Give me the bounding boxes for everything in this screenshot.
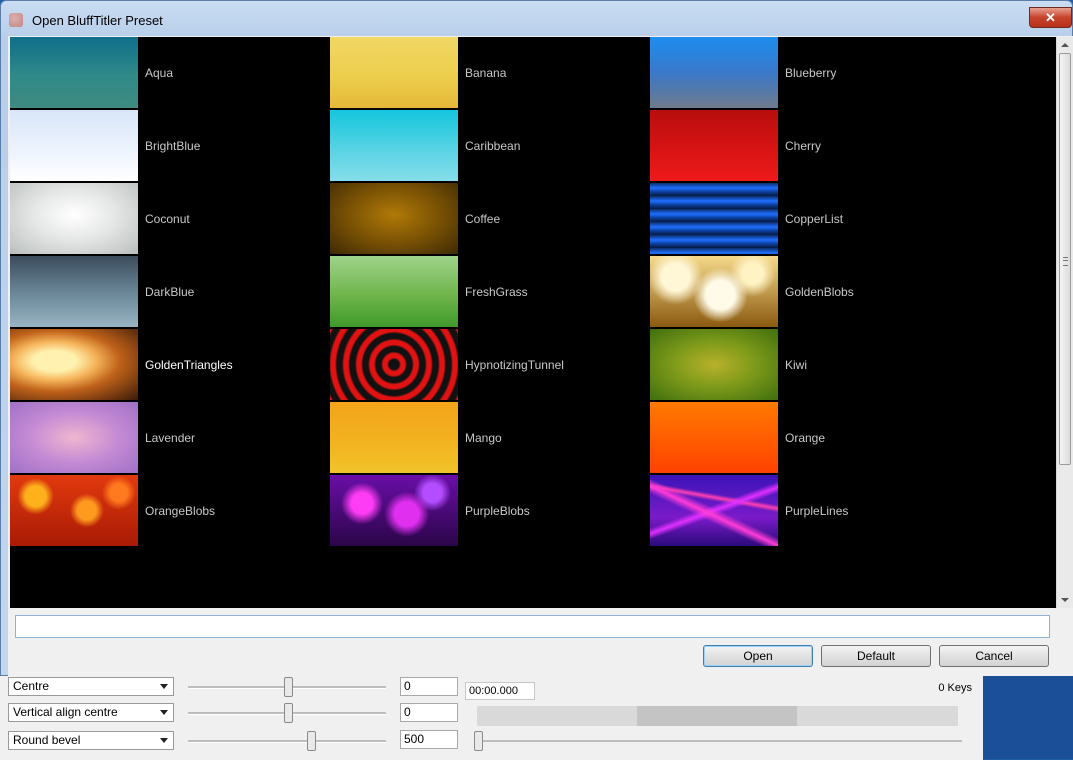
- chevron-down-icon: [160, 738, 168, 743]
- preset-item[interactable]: Orange: [650, 402, 970, 475]
- chevron-down-icon: [160, 684, 168, 689]
- preset-thumbnail[interactable]: [330, 183, 458, 255]
- preset-item[interactable]: DarkBlue: [10, 256, 330, 329]
- timeline-selection[interactable]: [637, 706, 797, 726]
- default-button[interactable]: Default: [821, 645, 931, 667]
- preset-thumbnail[interactable]: [10, 110, 138, 182]
- value-field-3[interactable]: 500: [400, 730, 458, 749]
- preset-name[interactable]: Banana: [465, 66, 506, 80]
- preset-thumbnail[interactable]: [330, 402, 458, 474]
- preset-name[interactable]: FreshGrass: [465, 285, 528, 299]
- value-field-1[interactable]: 0: [400, 677, 458, 696]
- scroll-down-arrow-icon[interactable]: [1061, 598, 1069, 602]
- time-field[interactable]: 00:00.000: [465, 682, 535, 700]
- preset-name[interactable]: PurpleBlobs: [465, 504, 530, 518]
- preset-thumbnail[interactable]: [10, 256, 138, 328]
- slider-thumb-2[interactable]: [284, 703, 293, 723]
- slider-thumb-1[interactable]: [284, 677, 293, 697]
- preset-thumbnail[interactable]: [10, 475, 138, 547]
- timeline-slider-thumb[interactable]: [474, 731, 483, 751]
- grip-icon: [1063, 257, 1068, 266]
- preset-item[interactable]: GoldenBlobs: [650, 256, 970, 329]
- preset-item[interactable]: Coconut: [10, 183, 330, 256]
- preset-thumbnail[interactable]: [650, 37, 778, 109]
- preset-thumbnail[interactable]: [650, 183, 778, 255]
- preset-name-input[interactable]: [15, 615, 1050, 638]
- preset-name[interactable]: Aqua: [145, 66, 173, 80]
- preset-item[interactable]: Kiwi: [650, 329, 970, 402]
- preset-item[interactable]: Coffee: [330, 183, 650, 256]
- preset-item[interactable]: HypnotizingTunnel: [330, 329, 650, 402]
- preset-name[interactable]: DarkBlue: [145, 285, 194, 299]
- preset-thumbnail[interactable]: [330, 329, 458, 401]
- bevel-select[interactable]: Round bevel: [8, 731, 174, 750]
- preset-name[interactable]: GoldenTriangles: [145, 358, 233, 372]
- background-desktop: [983, 672, 1073, 759]
- preset-name[interactable]: OrangeBlobs: [145, 504, 215, 518]
- app-icon: [9, 13, 23, 27]
- preset-item[interactable]: OrangeBlobs: [10, 475, 330, 548]
- preset-thumbnail[interactable]: [10, 329, 138, 401]
- keys-count: 0 Keys: [938, 682, 972, 694]
- preset-item[interactable]: CopperList: [650, 183, 970, 256]
- preset-item[interactable]: PurpleLines: [650, 475, 970, 548]
- preset-thumbnail[interactable]: [10, 183, 138, 255]
- preset-thumbnail[interactable]: [330, 475, 458, 547]
- value-field-2[interactable]: 0: [400, 703, 458, 722]
- preset-item[interactable]: Mango: [330, 402, 650, 475]
- preset-item[interactable]: FreshGrass: [330, 256, 650, 329]
- preset-item[interactable]: Banana: [330, 37, 650, 110]
- preset-item[interactable]: Aqua: [10, 37, 330, 110]
- preset-name[interactable]: Cherry: [785, 139, 821, 153]
- preset-thumbnail[interactable]: [650, 475, 778, 547]
- preset-name[interactable]: Orange: [785, 431, 825, 445]
- preset-name[interactable]: CopperList: [785, 212, 843, 226]
- preset-thumbnail[interactable]: [330, 110, 458, 182]
- preset-thumbnail[interactable]: [330, 256, 458, 328]
- scroll-up-arrow-icon[interactable]: [1061, 43, 1069, 47]
- scrollbar-thumb[interactable]: [1059, 53, 1071, 465]
- vertical-align-select[interactable]: Vertical align centre: [8, 703, 174, 722]
- preset-grid[interactable]: Aqua Banana Blueberry BrightBlue Caribbean Ch…: [10, 37, 1056, 608]
- align-select-value: Centre: [13, 679, 50, 693]
- cancel-button[interactable]: Cancel: [939, 645, 1049, 667]
- preset-name[interactable]: HypnotizingTunnel: [465, 358, 564, 372]
- preset-thumbnail[interactable]: [650, 329, 778, 401]
- dialog-title: Open BluffTitler Preset: [32, 13, 163, 28]
- preset-item[interactable]: PurpleBlobs: [330, 475, 650, 548]
- preset-name[interactable]: GoldenBlobs: [785, 285, 854, 299]
- preset-name[interactable]: Coconut: [145, 212, 190, 226]
- bevel-select-value: Round bevel: [13, 733, 81, 747]
- preset-name[interactable]: Kiwi: [785, 358, 807, 372]
- chevron-down-icon: [160, 710, 168, 715]
- close-button[interactable]: ✕: [1029, 7, 1072, 28]
- preset-item[interactable]: Caribbean: [330, 110, 650, 183]
- preset-name[interactable]: PurpleLines: [785, 504, 848, 518]
- slider-track-3[interactable]: [188, 740, 386, 743]
- align-select[interactable]: Centre: [8, 677, 174, 696]
- preset-thumbnail[interactable]: [650, 402, 778, 474]
- preset-name[interactable]: Coffee: [465, 212, 500, 226]
- preset-thumbnail[interactable]: [650, 256, 778, 328]
- timeline-slider-track[interactable]: [477, 740, 962, 742]
- preset-item[interactable]: Lavender: [10, 402, 330, 475]
- preset-name[interactable]: Caribbean: [465, 139, 520, 153]
- preset-name[interactable]: Blueberry: [785, 66, 836, 80]
- preset-item[interactable]: Cherry: [650, 110, 970, 183]
- preset-item[interactable]: BrightBlue: [10, 110, 330, 183]
- preset-item[interactable]: GoldenTriangles: [10, 329, 330, 402]
- preset-thumbnail[interactable]: [330, 37, 458, 109]
- vertical-align-select-value: Vertical align centre: [13, 705, 118, 719]
- open-button[interactable]: Open: [703, 645, 813, 667]
- preset-name[interactable]: Lavender: [145, 431, 195, 445]
- preset-name[interactable]: BrightBlue: [145, 139, 200, 153]
- preset-item[interactable]: Blueberry: [650, 37, 970, 110]
- vertical-scrollbar[interactable]: [1056, 37, 1073, 608]
- preset-thumbnail[interactable]: [650, 110, 778, 182]
- preset-thumbnail[interactable]: [10, 402, 138, 474]
- preset-name[interactable]: Mango: [465, 431, 502, 445]
- slider-thumb-3[interactable]: [307, 731, 316, 751]
- preset-thumbnail[interactable]: [10, 37, 138, 109]
